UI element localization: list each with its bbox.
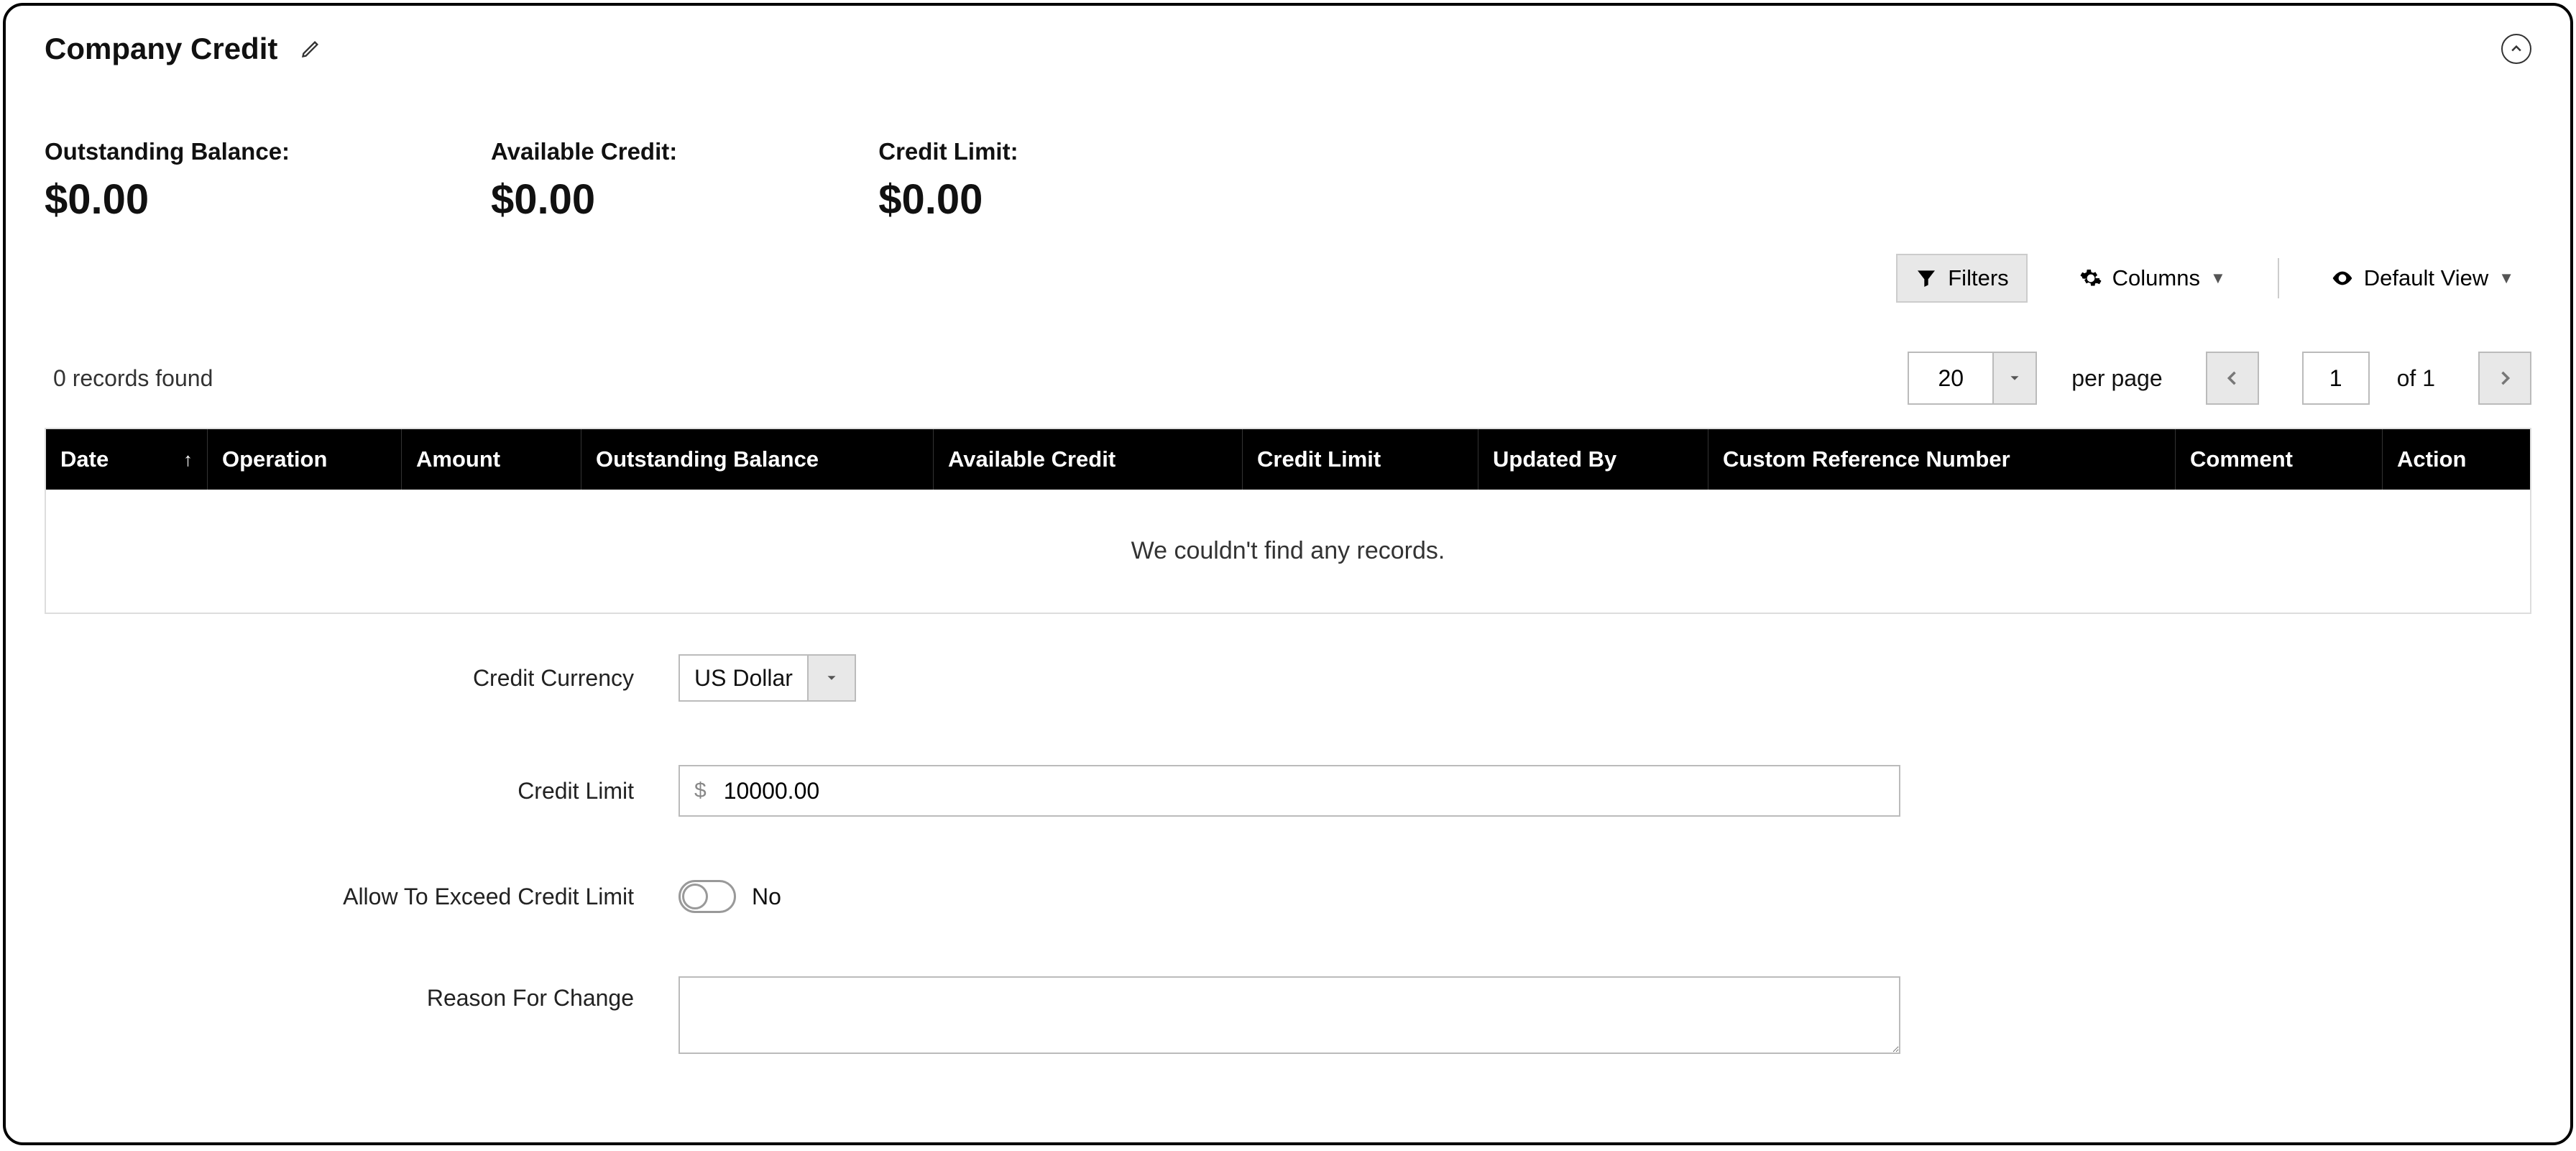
col-header-limit[interactable]: Credit Limit bbox=[1243, 429, 1478, 490]
credit-currency-row: Credit Currency US Dollar bbox=[59, 654, 2546, 702]
records-pagination-row: 0 records found per page of 1 bbox=[45, 352, 2531, 405]
filters-button[interactable]: Filters bbox=[1896, 254, 2027, 303]
available-credit-summary: Available Credit: $0.00 bbox=[491, 138, 677, 224]
available-credit-value: $0.00 bbox=[491, 175, 677, 224]
col-header-amount[interactable]: Amount bbox=[402, 429, 581, 490]
collapse-icon[interactable] bbox=[2501, 34, 2531, 64]
col-label: Custom Reference Number bbox=[1723, 446, 2010, 472]
reason-for-change-row: Reason For Change bbox=[59, 976, 2546, 1054]
credit-limit-input[interactable] bbox=[724, 778, 1885, 804]
col-label: Operation bbox=[222, 446, 327, 472]
credit-limit-input-wrap[interactable]: $ bbox=[678, 765, 1900, 817]
credit-limit-form-label: Credit Limit bbox=[59, 778, 634, 804]
allow-exceed-value: No bbox=[752, 884, 781, 910]
col-label: Amount bbox=[416, 446, 500, 472]
credit-currency-select[interactable]: US Dollar bbox=[678, 654, 809, 702]
outstanding-balance-value: $0.00 bbox=[45, 175, 290, 224]
credit-limit-label: Credit Limit: bbox=[878, 138, 1018, 165]
chevron-right-icon bbox=[2495, 368, 2515, 388]
credit-settings-form: Credit Currency US Dollar Credit Limit $… bbox=[59, 654, 2546, 1054]
outstanding-balance-summary: Outstanding Balance: $0.00 bbox=[45, 138, 290, 224]
chevron-down-icon: ▼ bbox=[2498, 269, 2514, 288]
col-label: Outstanding Balance bbox=[596, 446, 819, 472]
funnel-icon bbox=[1915, 267, 1938, 290]
credit-currency-dropdown[interactable] bbox=[809, 654, 856, 702]
chevron-left-icon bbox=[2222, 368, 2242, 388]
page-of-label: of 1 bbox=[2397, 365, 2435, 392]
section-title: Company Credit bbox=[45, 32, 277, 66]
outstanding-balance-label: Outstanding Balance: bbox=[45, 138, 290, 165]
col-label: Comment bbox=[2190, 446, 2293, 472]
chevron-down-icon bbox=[824, 670, 840, 686]
credit-limit-prefix: $ bbox=[694, 779, 707, 803]
col-label: Updated By bbox=[1493, 446, 1616, 472]
summary-row: Outstanding Balance: $0.00 Available Cre… bbox=[45, 138, 2531, 224]
per-page-dropdown[interactable] bbox=[1994, 352, 2037, 405]
pager: per page of 1 bbox=[1908, 352, 2531, 405]
grid-header-row: Date ↑ Operation Amount Outstanding Bala… bbox=[46, 429, 2530, 490]
reason-for-change-label: Reason For Change bbox=[59, 985, 634, 1012]
col-header-custom-ref[interactable]: Custom Reference Number bbox=[1708, 429, 2176, 490]
chevron-down-icon: ▼ bbox=[2210, 269, 2226, 288]
col-header-outstanding[interactable]: Outstanding Balance bbox=[581, 429, 934, 490]
columns-label: Columns bbox=[2112, 265, 2200, 291]
col-header-date[interactable]: Date ↑ bbox=[46, 429, 208, 490]
credit-grid: Date ↑ Operation Amount Outstanding Bala… bbox=[45, 428, 2531, 614]
credit-currency-label: Credit Currency bbox=[59, 665, 634, 692]
col-header-updated-by[interactable]: Updated By bbox=[1478, 429, 1708, 490]
toolbar-divider bbox=[2278, 258, 2279, 298]
col-header-date-label: Date bbox=[60, 446, 109, 472]
filters-label: Filters bbox=[1948, 265, 2008, 291]
allow-exceed-row: Allow To Exceed Credit Limit No bbox=[59, 880, 2546, 913]
edit-icon[interactable] bbox=[298, 36, 323, 62]
credit-limit-value: $0.00 bbox=[878, 175, 1018, 224]
page-number-input[interactable] bbox=[2302, 352, 2370, 405]
columns-button[interactable]: Columns ▼ bbox=[2062, 255, 2243, 301]
panel-header: Company Credit bbox=[45, 32, 2531, 66]
default-view-button[interactable]: Default View ▼ bbox=[2314, 255, 2531, 301]
credit-limit-summary: Credit Limit: $0.00 bbox=[878, 138, 1018, 224]
col-label: Action bbox=[2397, 446, 2466, 472]
col-header-available[interactable]: Available Credit bbox=[934, 429, 1243, 490]
per-page-input[interactable] bbox=[1908, 352, 1994, 405]
default-view-label: Default View bbox=[2364, 265, 2488, 291]
eye-icon bbox=[2331, 267, 2354, 290]
chevron-down-icon bbox=[2007, 370, 2023, 386]
records-found-label: 0 records found bbox=[53, 365, 213, 392]
toggle-knob-icon bbox=[682, 884, 708, 909]
reason-for-change-input[interactable] bbox=[678, 976, 1900, 1054]
prev-page-button[interactable] bbox=[2206, 352, 2259, 405]
col-header-operation[interactable]: Operation bbox=[208, 429, 402, 490]
sort-asc-icon: ↑ bbox=[183, 449, 193, 471]
next-page-button[interactable] bbox=[2478, 352, 2531, 405]
allow-exceed-toggle[interactable] bbox=[678, 880, 736, 913]
per-page-label: per page bbox=[2071, 365, 2162, 392]
col-header-comment[interactable]: Comment bbox=[2176, 429, 2383, 490]
credit-limit-row: Credit Limit $ bbox=[59, 765, 2546, 817]
allow-exceed-label: Allow To Exceed Credit Limit bbox=[59, 884, 634, 910]
gear-icon bbox=[2079, 267, 2102, 290]
col-label: Credit Limit bbox=[1257, 446, 1381, 472]
col-header-action[interactable]: Action bbox=[2383, 429, 2530, 490]
company-credit-panel: Company Credit Outstanding Balance: $0.0… bbox=[3, 3, 2573, 1145]
available-credit-label: Available Credit: bbox=[491, 138, 677, 165]
grid-empty-message: We couldn't find any records. bbox=[46, 490, 2530, 613]
col-label: Available Credit bbox=[948, 446, 1116, 472]
grid-toolbar: Filters Columns ▼ Default View ▼ bbox=[45, 254, 2531, 303]
